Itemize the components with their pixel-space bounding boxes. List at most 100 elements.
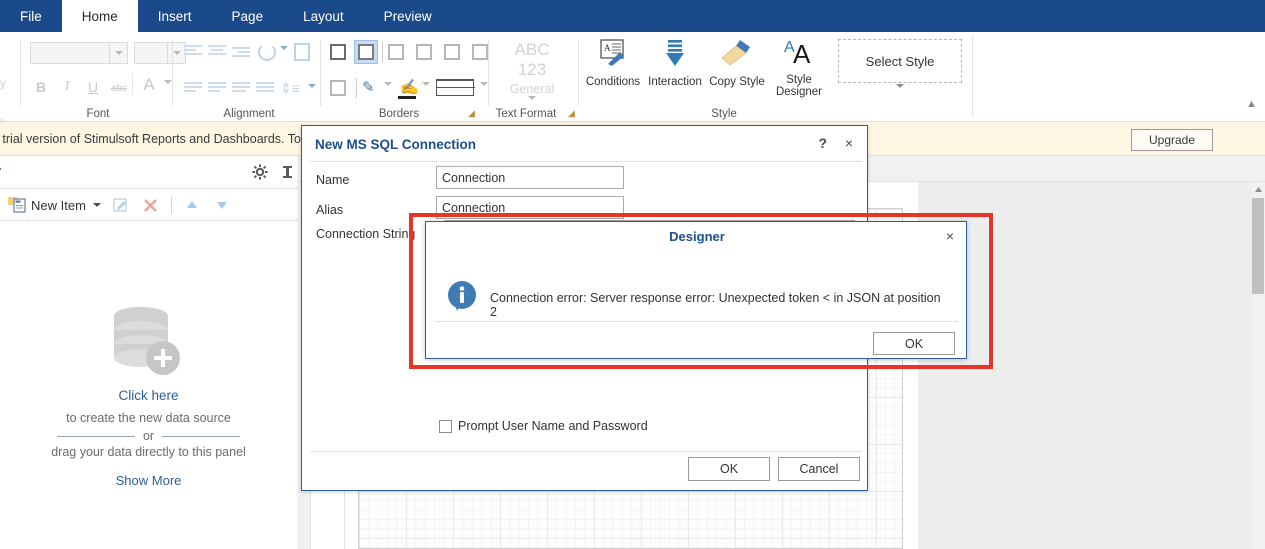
sql-cancel-button[interactable]: Cancel (778, 457, 860, 481)
text-rotation-icon[interactable] (258, 43, 276, 61)
message-text: Connection error: Server response error:… (490, 291, 941, 319)
tab-file[interactable]: File (0, 0, 62, 32)
font-family-combo[interactable] (30, 42, 128, 64)
svg-text:A: A (793, 39, 811, 66)
textformat-sample-digits: 123 (517, 60, 547, 79)
message-close-icon[interactable]: × (946, 228, 954, 244)
ribbon-divider-6 (972, 36, 973, 116)
border-left-icon[interactable] (444, 44, 460, 60)
align-top-icon[interactable] (184, 82, 202, 96)
edit-item-icon[interactable] (111, 195, 131, 215)
prompt-credentials-label: Prompt User Name and Password (458, 419, 648, 433)
style-designer-button[interactable]: A A Style Designer (766, 36, 832, 98)
upgrade-button[interactable]: Upgrade (1131, 129, 1213, 151)
alias-input[interactable]: Connection (436, 196, 624, 219)
tab-layout[interactable]: Layout (283, 0, 364, 32)
border-outline-icon[interactable] (330, 80, 346, 96)
fill-color-dropdown-icon[interactable] (384, 82, 392, 104)
help-icon[interactable]: ? (818, 135, 827, 151)
align-bottom-icon[interactable] (232, 82, 250, 96)
or-rule-left (56, 435, 135, 437)
border-bottom-icon[interactable] (416, 44, 432, 60)
line-spacing-icon[interactable]: ⇕≡ (280, 80, 300, 97)
interaction-button[interactable]: Interaction (642, 38, 708, 88)
text-rotation-dropdown-icon[interactable] (280, 46, 288, 68)
font-size-value (135, 43, 167, 63)
click-here-link[interactable]: Click here (0, 388, 297, 403)
align-center-icon[interactable] (208, 45, 226, 59)
wrap-text-icon[interactable] (294, 43, 310, 61)
align-left-icon[interactable] (184, 45, 202, 59)
ribbon-collapse-icon[interactable]: ▲ (1246, 98, 1257, 110)
tab-preview[interactable]: Preview (364, 0, 452, 32)
tab-insert[interactable]: Insert (138, 0, 212, 32)
fill-color-icon[interactable]: ✎ (362, 78, 375, 96)
show-more-link[interactable]: Show More (0, 473, 297, 488)
text-color-dropdown-icon[interactable] (164, 80, 172, 102)
gear-icon[interactable] (252, 164, 268, 185)
scrollbar-thumb[interactable] (1252, 198, 1264, 294)
dictionary-panel: y (0, 156, 297, 549)
or-label: or (142, 429, 155, 443)
copy-style-button[interactable]: Copy Style (704, 38, 770, 88)
clipboard-copy-label[interactable]: y (0, 76, 6, 90)
ribbon-group-borders: ✎ ✍ Borders ◢ (326, 32, 488, 122)
interaction-icon (666, 40, 684, 66)
border-style-icon[interactable] (436, 79, 475, 96)
bold-button[interactable]: B (30, 76, 52, 98)
conditions-button[interactable]: A Conditions (580, 38, 646, 88)
conditions-icon: A (600, 39, 624, 66)
ribbon-divider-2 (172, 40, 173, 106)
font-family-dropdown-icon[interactable] (109, 43, 127, 63)
move-down-icon[interactable] (212, 195, 232, 215)
new-item-icon (8, 196, 26, 213)
align-justify-icon[interactable] (256, 82, 274, 96)
message-dialog-body: Connection error: Server response error:… (426, 258, 968, 324)
new-item-button[interactable]: New Item (8, 196, 101, 214)
font-size-combo[interactable] (134, 42, 186, 64)
textformat-current-format[interactable]: General (492, 82, 572, 96)
ribbon-body: y te B I U abc A Font (0, 32, 1265, 128)
tab-page[interactable]: Page (212, 0, 284, 32)
border-all-icon[interactable] (358, 44, 374, 60)
prompt-credentials-checkbox[interactable] (439, 420, 452, 433)
move-up-icon[interactable] (182, 195, 202, 215)
strikethrough-button[interactable]: abc (108, 77, 130, 99)
select-style-dropdown-icon[interactable] (896, 84, 904, 106)
tab-home[interactable]: Home (61, 0, 138, 32)
designer-window: File Home Insert Page Layout Preview y t… (0, 0, 1265, 549)
pin-icon[interactable] (281, 165, 294, 183)
text-color-button[interactable]: A (138, 74, 160, 96)
ribbon-group-font: B I U abc A Font (28, 32, 186, 122)
delete-item-icon[interactable] (141, 195, 161, 215)
line-spacing-dropdown-icon[interactable] (308, 84, 316, 106)
dictionary-empty-state: Click here to create the new data source… (0, 306, 297, 488)
alignment-group-label: Alignment (223, 108, 275, 120)
ribbon-divider-4 (488, 40, 489, 106)
message-ok-button[interactable]: OK (873, 332, 955, 355)
sql-ok-button[interactable]: OK (688, 457, 770, 481)
canvas-vertical-scrollbar[interactable] (1251, 182, 1265, 549)
underline-button[interactable]: U (82, 76, 104, 98)
style-designer-label-2: Designer (775, 86, 823, 98)
new-item-dropdown-icon[interactable] (92, 203, 101, 207)
align-middle-icon[interactable] (208, 82, 226, 96)
border-none-icon[interactable] (330, 44, 346, 60)
name-input[interactable]: Connection (436, 166, 624, 189)
border-right-icon[interactable] (472, 44, 488, 60)
borders-dialog-launcher-icon[interactable]: ◢ (468, 108, 475, 119)
borders-group-label: Borders (378, 108, 420, 120)
align-right-icon[interactable] (232, 47, 250, 61)
scroll-up-icon[interactable] (1251, 182, 1265, 196)
border-style-dropdown-icon[interactable] (480, 82, 488, 104)
copy-style-label: Copy Style (709, 76, 765, 88)
italic-button[interactable]: I (56, 76, 78, 98)
border-top-icon[interactable] (388, 44, 404, 60)
border-color-dropdown-icon[interactable] (422, 82, 430, 104)
sql-dialog-title-divider (310, 161, 861, 162)
empty-hint-line1: to create the new data source (66, 411, 231, 425)
select-style-button[interactable]: Select Style (838, 39, 962, 83)
border-color-icon[interactable]: ✍ (400, 78, 419, 96)
close-icon[interactable]: × (845, 135, 853, 151)
textformat-group-label: Text Format (495, 108, 557, 120)
